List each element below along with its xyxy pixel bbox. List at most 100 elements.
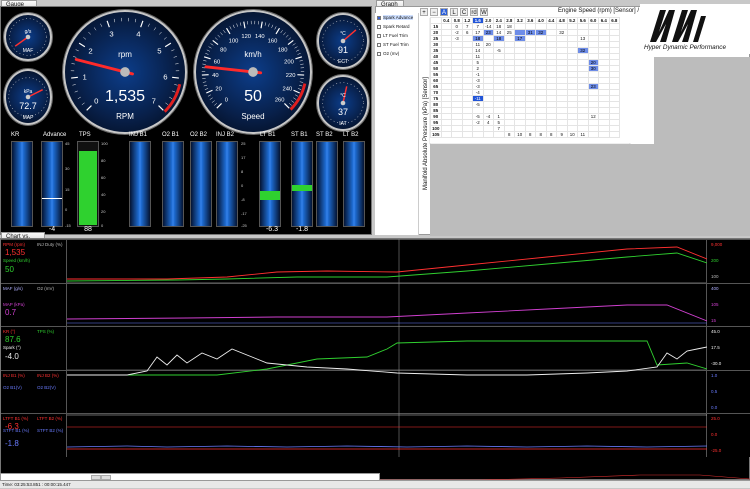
gauge-tick [261, 22, 262, 29]
gauge-tick [154, 27, 156, 30]
trim-scale-0: 25 [241, 141, 245, 146]
status-bar: Time: 03:25:53.851 : 00:00:15.447 [0, 480, 750, 488]
strip-label: O2 B1(V) [3, 385, 22, 390]
map-cell[interactable] [483, 132, 494, 138]
gauge-tick [211, 43, 214, 45]
graph-legend: Spark Advance Spark Retard LT Fuel Trim … [375, 13, 419, 235]
map-cell[interactable] [452, 132, 463, 138]
legend-spark-advance[interactable]: Spark Advance [377, 15, 413, 20]
bar-tps [77, 141, 99, 227]
trace-map [67, 305, 707, 321]
tool-l-button[interactable]: L [450, 8, 458, 16]
map-title: MAP [6, 115, 50, 121]
gauge-tick [203, 82, 206, 83]
gauge-tick [79, 43, 85, 47]
map-gauge: kPa 72.7 MAP [4, 69, 52, 125]
map-cell[interactable] [462, 132, 473, 138]
legend-label: O2 (mv) [383, 51, 399, 56]
maf-gauge: g/s MAF [4, 13, 52, 61]
gauge-hub [248, 67, 258, 77]
legend-spark-retard[interactable]: Spark Retard [377, 24, 410, 29]
gauge-tick [100, 24, 102, 27]
strip-scale-label: 9,000 [711, 242, 722, 247]
map-cell[interactable] [494, 132, 505, 138]
strip-scale-label: -25.0 [711, 448, 721, 453]
map-cell[interactable] [441, 132, 452, 138]
legend-lt-fuel-trim[interactable]: LT Fuel Trim [377, 33, 408, 38]
bar-kr [11, 141, 33, 227]
advance-scale-1: 30 [65, 166, 69, 171]
bar-inj-b2 [216, 141, 238, 227]
gauge-tick [288, 38, 291, 40]
zoom-out-button[interactable]: − [430, 8, 438, 16]
tool-c-button[interactable]: C [460, 8, 468, 16]
zoom-in-button[interactable]: + [420, 8, 428, 16]
map-cell[interactable]: 8 [546, 132, 557, 138]
bar-label-st-b2: ST B2 [316, 132, 333, 138]
map-cell[interactable]: 8 [536, 132, 547, 138]
trace-spark [67, 347, 707, 375]
legend-o2[interactable]: O2 (mv) [377, 51, 399, 56]
map-cell[interactable]: 10 [515, 132, 526, 138]
gauge-tick [237, 23, 238, 26]
strip-scale: 1.00.50.0 [706, 371, 750, 414]
gauge-tick-label: 3 [109, 30, 113, 39]
rpm-title: RPM [65, 112, 185, 121]
gauge-tick [283, 32, 285, 35]
gauge-tick-label: 140 [255, 34, 265, 40]
map-cell[interactable] [599, 132, 610, 138]
gauge-tick-label: 100 [229, 39, 239, 45]
strip-scale-label: 45.0 [711, 329, 720, 334]
rpm-value: 1,535 [65, 88, 185, 106]
gauge-tick [300, 64, 303, 65]
strip-scale-label: 0.0 [711, 405, 717, 410]
strip-scale: 9,000200100 [706, 240, 750, 283]
map-cell[interactable] [588, 132, 599, 138]
gauge-tick-label: 4 [136, 30, 141, 39]
bar-label-inj-b1: INJ B1 [129, 132, 147, 138]
bar-label-tps: TPS [79, 132, 91, 138]
strip-labels: KR (°)TPS (%)Spark (°)87.6-4.0 [1, 327, 67, 370]
hdp-logo-mark-icon [646, 6, 706, 44]
gauge-tick [175, 64, 178, 65]
gauge-tick [204, 85, 207, 86]
lt-b1-value: -6.3 [259, 226, 285, 233]
gauge-tick [83, 37, 86, 39]
gauge-tick-label: 1 [82, 72, 86, 81]
map-cell[interactable]: 8 [525, 132, 536, 138]
row-header[interactable]: 105 [431, 132, 442, 138]
gauge-tick [295, 47, 298, 49]
strip-label: Spark (°) [3, 345, 21, 350]
map-cell[interactable]: 10 [567, 132, 578, 138]
gauge-tick [159, 106, 164, 111]
ect-gauge: °C 91 ECT [317, 13, 369, 69]
tool-rd-button[interactable]: rd [470, 8, 478, 16]
gauge-tick [275, 26, 277, 29]
gauge-tick [268, 23, 269, 26]
legend-st-fuel-trim[interactable]: ST Fuel Trim [377, 42, 409, 47]
ect-value: 91 [319, 45, 367, 55]
strip-labels: MAF (g/s)O2 (mV)MAP (kPa)0.7 [1, 284, 67, 327]
strip-label: TPS (%) [37, 329, 54, 334]
chart-plot[interactable] [67, 239, 707, 457]
map-cell[interactable]: 11 [578, 132, 589, 138]
tool-w-button[interactable]: W [480, 8, 488, 16]
gauge-tick [223, 30, 225, 33]
trim-scale-5: -17 [241, 211, 247, 216]
tps-scale-1: 80 [101, 158, 105, 163]
gauge-tick [203, 60, 206, 61]
map-cell[interactable] [609, 132, 620, 138]
tool-a-button[interactable]: A [440, 8, 448, 16]
map-cell[interactable] [473, 132, 484, 138]
strip-label: O2 B2(V) [37, 385, 56, 390]
bar-st-b1 [291, 141, 313, 227]
bar-label-o2-b1: O2 B1 [162, 132, 179, 138]
speed-gauge: 020406080100120140160180200220240260 km/… [194, 10, 312, 134]
map-table[interactable]: 0.40.81.21.62.02.42.83.23.64.04.44.85.25… [430, 17, 652, 143]
gauge-tick [227, 28, 230, 34]
map-cell[interactable]: 9 [557, 132, 568, 138]
strip-labels: LTFT B1 (%)LTFT B2 (%)STFT B1 (%)STFT B2… [1, 414, 67, 457]
gauge-tick [148, 24, 150, 27]
advance-scale-0: 45 [65, 141, 69, 146]
map-cell[interactable]: 8 [504, 132, 515, 138]
